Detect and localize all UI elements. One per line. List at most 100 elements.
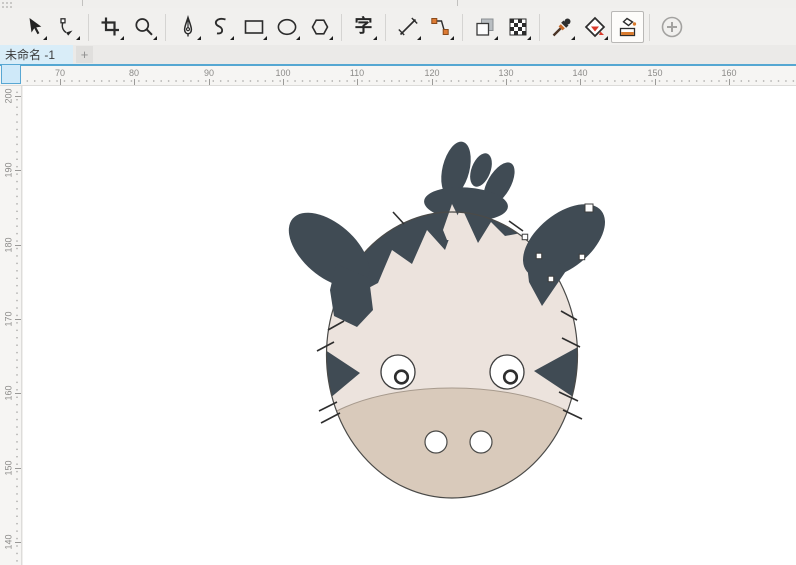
b-spline-tool-icon xyxy=(209,15,233,39)
horizontal-ruler[interactable]: 708090100110120130140150160 xyxy=(0,66,796,86)
drop-shadow-tool-button[interactable] xyxy=(468,11,501,43)
v-ruler-label: 160 xyxy=(4,385,14,400)
pattern-fill-tool-button[interactable] xyxy=(501,11,534,43)
left-eye[interactable] xyxy=(381,355,415,389)
text-tool-button[interactable]: 字 xyxy=(347,11,380,43)
v-ruler-label: 190 xyxy=(4,162,14,177)
rectangle-tool-button[interactable] xyxy=(237,11,270,43)
crop-tool-button[interactable] xyxy=(94,11,127,43)
pick-tool-icon xyxy=(22,15,46,39)
v-ruler-tick xyxy=(15,542,21,543)
pen-tool-button[interactable] xyxy=(171,11,204,43)
h-ruler-label: 110 xyxy=(350,68,364,78)
v-ruler-tick xyxy=(15,393,21,394)
zoom-tool-button[interactable] xyxy=(127,11,160,43)
h-ruler-label: 160 xyxy=(721,68,736,78)
toolbar-separator xyxy=(649,14,650,41)
pick-tool-button[interactable] xyxy=(17,11,50,43)
h-ruler-tick xyxy=(283,79,284,85)
h-ruler-tick xyxy=(432,79,433,85)
vertical-ruler[interactable]: 200 190 180 170 160 150 140 xyxy=(0,86,22,565)
toolbar-separator xyxy=(341,14,342,41)
divider xyxy=(82,0,83,6)
v-ruler-label: 200 xyxy=(4,88,14,103)
polygon-tool-button[interactable] xyxy=(303,11,336,43)
ellipse-tool-button[interactable] xyxy=(270,11,303,43)
add-tools-button[interactable] xyxy=(655,11,688,43)
h-ruler-label: 150 xyxy=(647,68,662,78)
toolbar-separator xyxy=(539,14,540,41)
tab-label: 未命名 -1 xyxy=(5,46,55,63)
right-nostril[interactable] xyxy=(470,431,492,453)
h-ruler-tick xyxy=(729,79,730,85)
plus-icon: + xyxy=(81,47,89,62)
connector-tool-button[interactable] xyxy=(424,11,457,43)
v-ruler-label: 140 xyxy=(4,534,14,549)
rectangle-tool-icon xyxy=(242,15,266,39)
shape-edit-tool-button[interactable] xyxy=(50,11,83,43)
cow-head-artwork[interactable] xyxy=(23,86,796,565)
node-handle xyxy=(536,253,542,259)
h-ruler-label: 120 xyxy=(424,68,439,78)
h-ruler-label: 80 xyxy=(129,68,139,78)
left-ear[interactable] xyxy=(275,199,382,327)
left-nostril[interactable] xyxy=(425,431,447,453)
text-tool-icon: 字 xyxy=(355,18,373,36)
v-ruler-tick xyxy=(15,170,21,171)
connector-tool-icon xyxy=(429,15,453,39)
crop-tool-icon xyxy=(99,15,123,39)
v-ruler-label: 180 xyxy=(4,237,14,252)
h-ruler-tick xyxy=(60,79,61,85)
zoom-tool-icon xyxy=(132,15,156,39)
right-pupil xyxy=(504,371,517,384)
color-eyedropper-tool-icon xyxy=(550,15,574,39)
v-ruler-label: 170 xyxy=(4,311,14,326)
pen-tool-icon xyxy=(176,15,200,39)
h-ruler-label: 90 xyxy=(204,68,214,78)
hair-tuft[interactable] xyxy=(423,139,521,224)
polygon-tool-icon xyxy=(308,15,332,39)
v-ruler-label: 150 xyxy=(4,460,14,475)
toolbar-separator xyxy=(88,14,89,41)
shape-edit-tool-icon xyxy=(55,15,79,39)
h-ruler-label: 140 xyxy=(572,68,587,78)
add-tools-icon xyxy=(659,14,685,40)
interactive-fill-tool-icon xyxy=(616,15,640,39)
toolbar-separator xyxy=(462,14,463,41)
h-ruler-tick xyxy=(357,79,358,85)
muzzle[interactable] xyxy=(302,388,602,516)
tab-untitled-document[interactable]: 未命名 -1 xyxy=(0,45,73,64)
pattern-fill-tool-icon xyxy=(506,15,530,39)
smart-fill-tool-button[interactable] xyxy=(578,11,611,43)
drawing-page[interactable] xyxy=(23,86,796,565)
toolbox: 字 xyxy=(0,8,796,46)
h-ruler-label: 70 xyxy=(55,68,65,78)
property-bar-edge xyxy=(0,0,796,8)
v-ruler-tick xyxy=(15,319,21,320)
smart-fill-tool-icon xyxy=(583,15,607,39)
h-ruler-tick xyxy=(655,79,656,85)
ruler-origin[interactable] xyxy=(1,64,21,84)
left-pupil xyxy=(395,371,408,384)
v-ruler-tick xyxy=(15,245,21,246)
toolbar-separator xyxy=(385,14,386,41)
color-eyedropper-tool-button[interactable] xyxy=(545,11,578,43)
v-ruler-tick xyxy=(15,468,21,469)
dimension-tool-button[interactable] xyxy=(391,11,424,43)
h-ruler-label: 100 xyxy=(275,68,290,78)
node-handle xyxy=(522,234,528,240)
document-tab-bar: 未命名 -1 + xyxy=(0,45,796,64)
drop-shadow-tool-icon xyxy=(473,15,497,39)
right-eye[interactable] xyxy=(490,355,524,389)
b-spline-tool-button[interactable] xyxy=(204,11,237,43)
ellipse-tool-icon xyxy=(275,15,299,39)
h-ruler-tick xyxy=(134,79,135,85)
new-document-tab-button[interactable]: + xyxy=(76,46,93,63)
interactive-fill-tool-button[interactable] xyxy=(611,11,644,43)
h-ruler-tick xyxy=(580,79,581,85)
v-ruler-tick xyxy=(15,96,21,97)
node-handle xyxy=(548,276,554,282)
h-ruler-tick xyxy=(209,79,210,85)
dimension-tool-icon xyxy=(396,15,420,39)
node-handle xyxy=(579,254,585,260)
